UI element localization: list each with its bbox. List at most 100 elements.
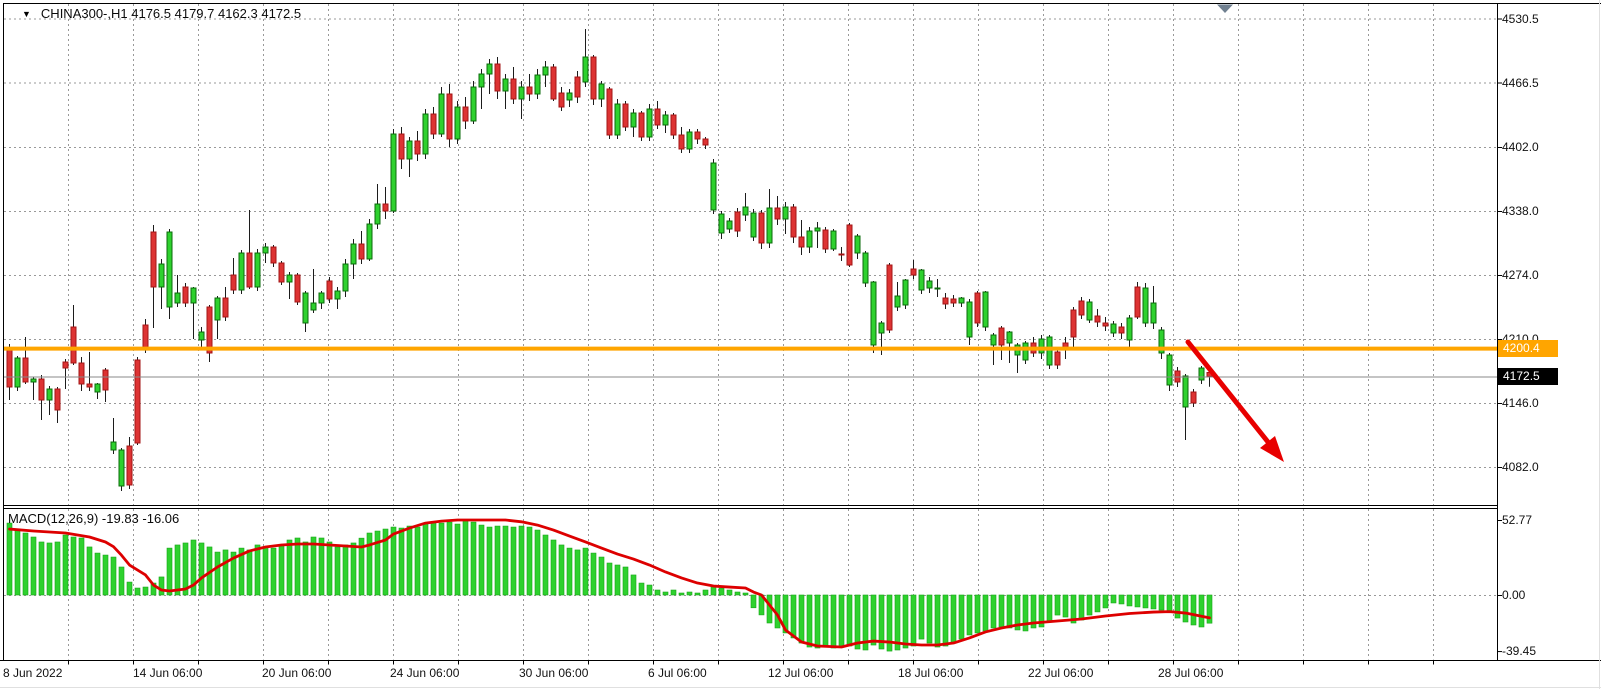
macd-histogram-bar xyxy=(463,520,468,595)
macd-histogram-bar xyxy=(15,530,20,595)
macd-histogram-bar xyxy=(951,595,956,643)
bull-candle xyxy=(375,204,380,224)
macd-indicator-label: MACD(12,26,9) -19.83 -16.06 xyxy=(8,511,179,526)
macd-histogram-bar xyxy=(495,526,500,595)
macd-histogram-bar xyxy=(479,525,484,595)
bull-candle xyxy=(879,323,884,333)
macd-histogram-bar xyxy=(631,575,636,595)
time-axis-label: 12 Jul 06:00 xyxy=(768,665,833,681)
chart-dropdown-icon[interactable]: ▼ xyxy=(22,9,31,19)
macd-histogram-bar xyxy=(103,555,108,595)
bull-candle xyxy=(199,332,204,340)
bull-candle xyxy=(351,244,356,264)
bull-candle xyxy=(863,253,868,283)
candles-layer xyxy=(7,29,1212,491)
arrow-shaft[interactable] xyxy=(1188,342,1268,442)
bull-candle xyxy=(479,74,484,87)
macd-axis-label: 52.77 xyxy=(1502,512,1532,528)
bear-candle xyxy=(655,109,660,125)
bear-candle xyxy=(823,230,828,249)
price-axis-label: 4466.5 xyxy=(1502,75,1539,91)
macd-histogram-bar xyxy=(135,588,140,595)
bull-candle xyxy=(647,109,652,137)
macd-histogram-bar xyxy=(543,535,548,595)
bull-candle xyxy=(927,281,932,288)
bull-candle xyxy=(215,298,220,320)
macd-histogram-bar xyxy=(839,595,844,647)
bear-candle xyxy=(1103,323,1108,326)
bull-candle xyxy=(1199,368,1204,380)
macd-histogram-bar xyxy=(1103,595,1108,608)
macd-histogram-bar xyxy=(583,548,588,595)
macd-histogram-bar xyxy=(31,537,36,595)
bull-candle xyxy=(343,264,348,291)
macd-histogram-bar xyxy=(399,528,404,595)
bear-candle xyxy=(271,247,276,263)
bull-candle xyxy=(719,214,724,233)
bull-candle xyxy=(367,224,372,259)
macd-histogram-bar xyxy=(1199,595,1204,627)
macd-histogram-bar xyxy=(567,548,572,595)
bear-candle xyxy=(1079,301,1084,315)
bear-candle xyxy=(575,77,580,97)
price-axis-label: 4274.0 xyxy=(1502,267,1539,283)
bull-candle xyxy=(1111,324,1116,333)
bull-candle xyxy=(319,293,324,303)
bull-candle xyxy=(895,296,900,307)
macd-histogram-bar xyxy=(511,527,516,595)
macd-histogram-bar xyxy=(615,565,620,595)
price-axis-label: 4146.0 xyxy=(1502,395,1539,411)
bull-candle xyxy=(31,379,36,382)
bull-candle xyxy=(983,292,988,327)
macd-histogram-bar xyxy=(271,548,276,595)
bull-candle xyxy=(919,270,924,290)
bear-candle xyxy=(383,204,388,211)
bull-candle xyxy=(167,232,172,307)
macd-histogram-bar xyxy=(247,550,252,595)
macd-histogram-bar xyxy=(639,583,644,595)
bear-candle xyxy=(591,57,596,99)
bear-candle xyxy=(359,244,364,259)
bear-candle xyxy=(223,298,228,317)
chart-shift-marker-icon[interactable] xyxy=(1217,5,1233,14)
macd-histogram-bar xyxy=(415,527,420,595)
bull-candle xyxy=(727,221,732,229)
macd-histogram-bar xyxy=(455,524,460,595)
bear-candle xyxy=(951,299,956,303)
trend-arrow-annotation[interactable] xyxy=(1188,342,1284,462)
macd-histogram-bar xyxy=(95,553,100,595)
macd-histogram-bar xyxy=(695,593,700,595)
macd-histogram-bar xyxy=(1143,595,1148,608)
macd-histogram-bar xyxy=(159,577,164,595)
macd-histogram-bar xyxy=(1063,595,1068,617)
bull-candle xyxy=(967,302,972,337)
bull-candle xyxy=(47,389,52,400)
trading-chart-window: ▼CHINA300-,H1 4176.5 4179.7 4162.3 4172.… xyxy=(0,0,1601,689)
macd-histogram-bar xyxy=(847,595,852,646)
time-axis-label: 20 Jun 06:00 xyxy=(262,665,331,681)
bear-candle xyxy=(231,275,236,290)
macd-histogram-bar xyxy=(831,595,836,648)
macd-histogram-bar xyxy=(1087,595,1092,615)
bear-candle xyxy=(639,113,644,137)
macd-histogram-bar xyxy=(1191,595,1196,625)
bull-candle xyxy=(903,280,908,305)
bull-candle xyxy=(487,64,492,74)
bull-candle xyxy=(615,104,620,135)
current-price-badge: 4172.5 xyxy=(1498,368,1558,385)
macd-histogram-bar xyxy=(23,533,28,595)
macd-histogram-bar xyxy=(671,590,676,595)
macd-histogram-bar xyxy=(751,595,756,608)
bear-candle xyxy=(1119,327,1124,333)
bull-candle xyxy=(1047,337,1052,365)
macd-histogram-bar xyxy=(1175,595,1180,618)
chart-canvas[interactable] xyxy=(0,0,1601,689)
macd-histogram-bar xyxy=(527,527,532,595)
macd-histogram-bar xyxy=(431,522,436,595)
bull-candle xyxy=(111,442,116,450)
macd-histogram-bar xyxy=(855,595,860,649)
bear-candle xyxy=(63,362,68,368)
macd-histogram-bar xyxy=(999,595,1004,627)
time-axis-label: 30 Jun 06:00 xyxy=(519,665,588,681)
macd-histogram-bar xyxy=(1047,595,1052,622)
